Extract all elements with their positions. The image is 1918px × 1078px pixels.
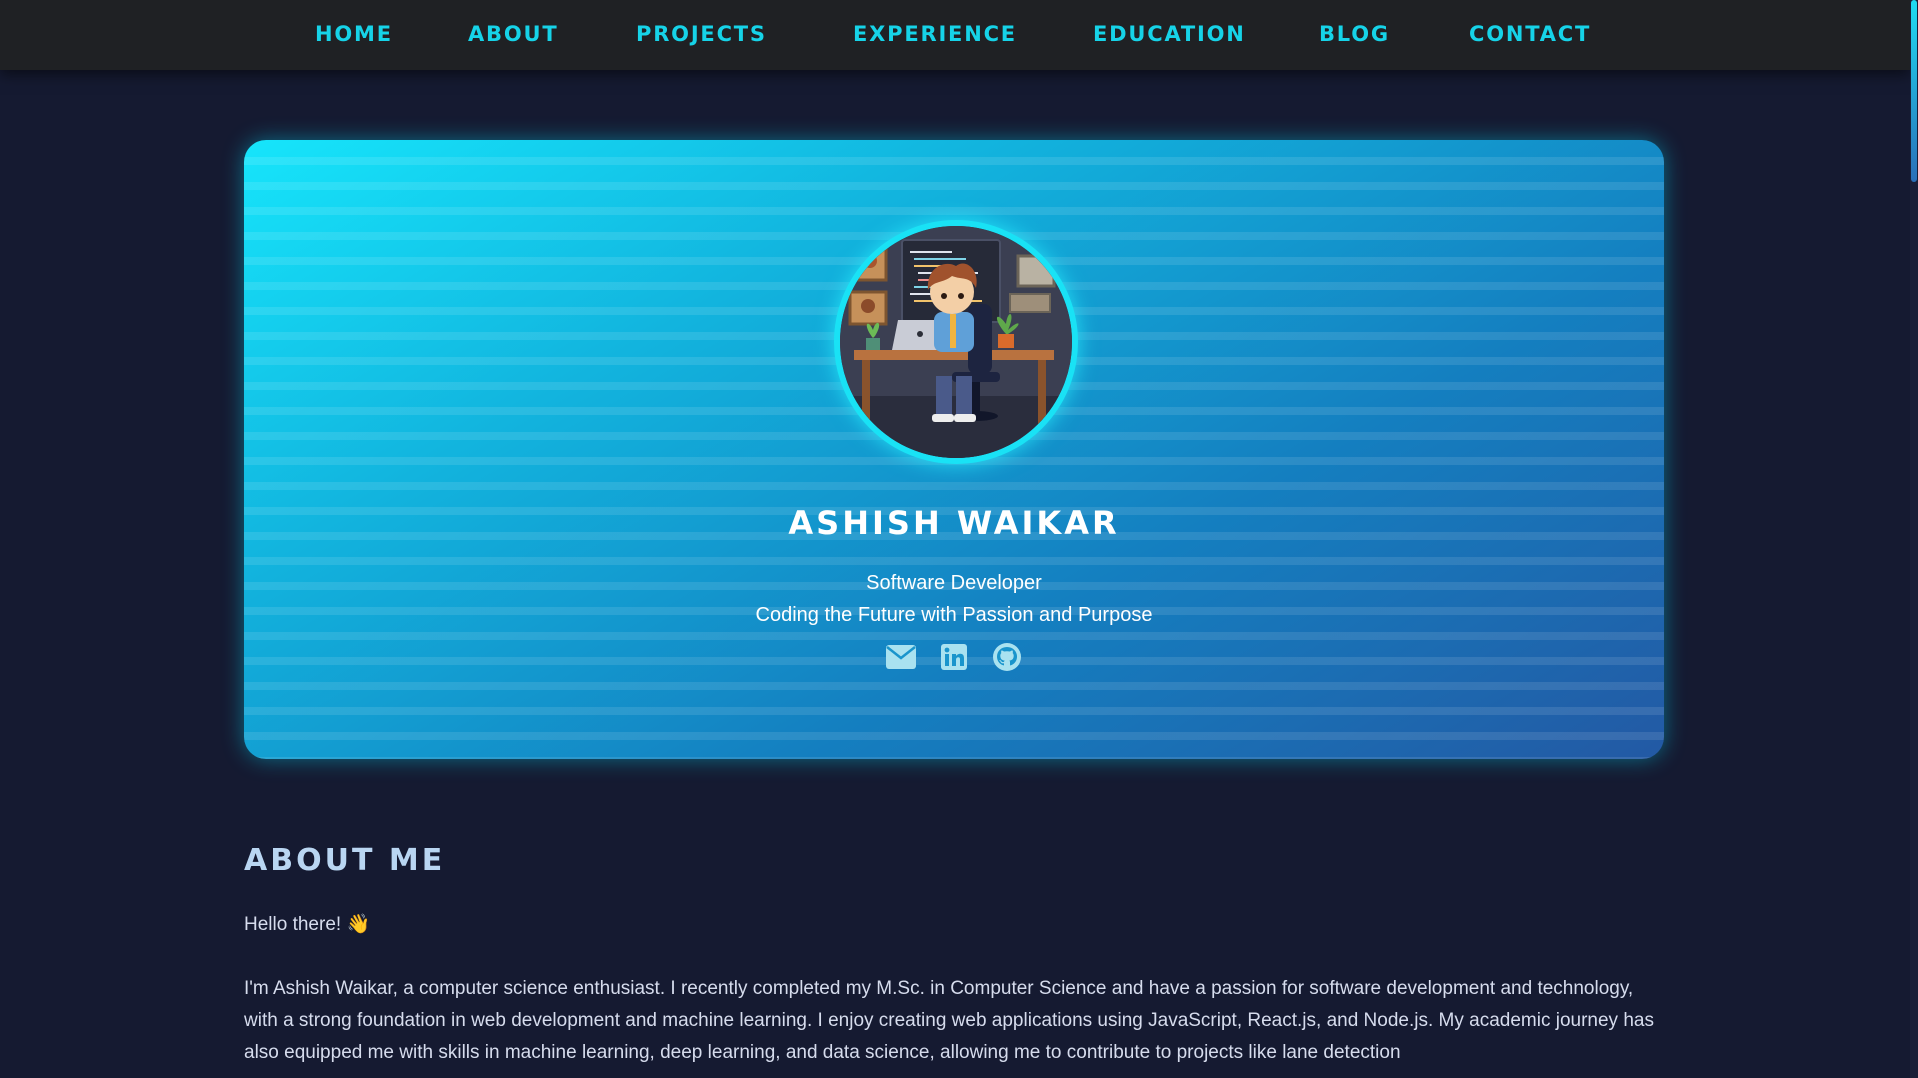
about-section-title: ABOUT ME: [244, 843, 446, 878]
profile-role: Software Developer: [866, 572, 1042, 594]
scrollbar-thumb[interactable]: [1911, 0, 1917, 182]
nav-contact-link[interactable]: CONTACT: [1469, 22, 1591, 46]
nav-experience-link[interactable]: EXPERIENCE: [853, 22, 1017, 46]
nav-projects-link[interactable]: PROJECTS: [636, 22, 767, 46]
about-greeting: Hello there! 👋: [244, 914, 371, 935]
linkedin-icon[interactable]: [938, 640, 971, 673]
nav-about-link[interactable]: ABOUT: [468, 22, 559, 46]
top-navbar: HOME ABOUT PROJECTS EXPERIENCE EDUCATION…: [0, 0, 1910, 70]
nav-home-link[interactable]: HOME: [315, 22, 393, 46]
profile-tagline: Coding the Future with Passion and Purpo…: [755, 604, 1153, 626]
social-links: [244, 640, 1664, 673]
hero-card: ASHISH WAIKAR Software Developer Coding …: [244, 140, 1664, 759]
about-paragraph: I'm Ashish Waikar, a computer science en…: [244, 978, 1654, 1063]
profile-name: ASHISH WAIKAR: [788, 504, 1120, 542]
nav-education-link[interactable]: EDUCATION: [1093, 22, 1246, 46]
envelope-icon[interactable]: [885, 640, 918, 673]
profile-avatar: [834, 220, 1078, 464]
developer-illustration: [840, 226, 1072, 458]
nav-blog-link[interactable]: BLOG: [1319, 22, 1390, 46]
github-icon[interactable]: [991, 640, 1024, 673]
page-scrollbar[interactable]: [1910, 0, 1918, 1078]
